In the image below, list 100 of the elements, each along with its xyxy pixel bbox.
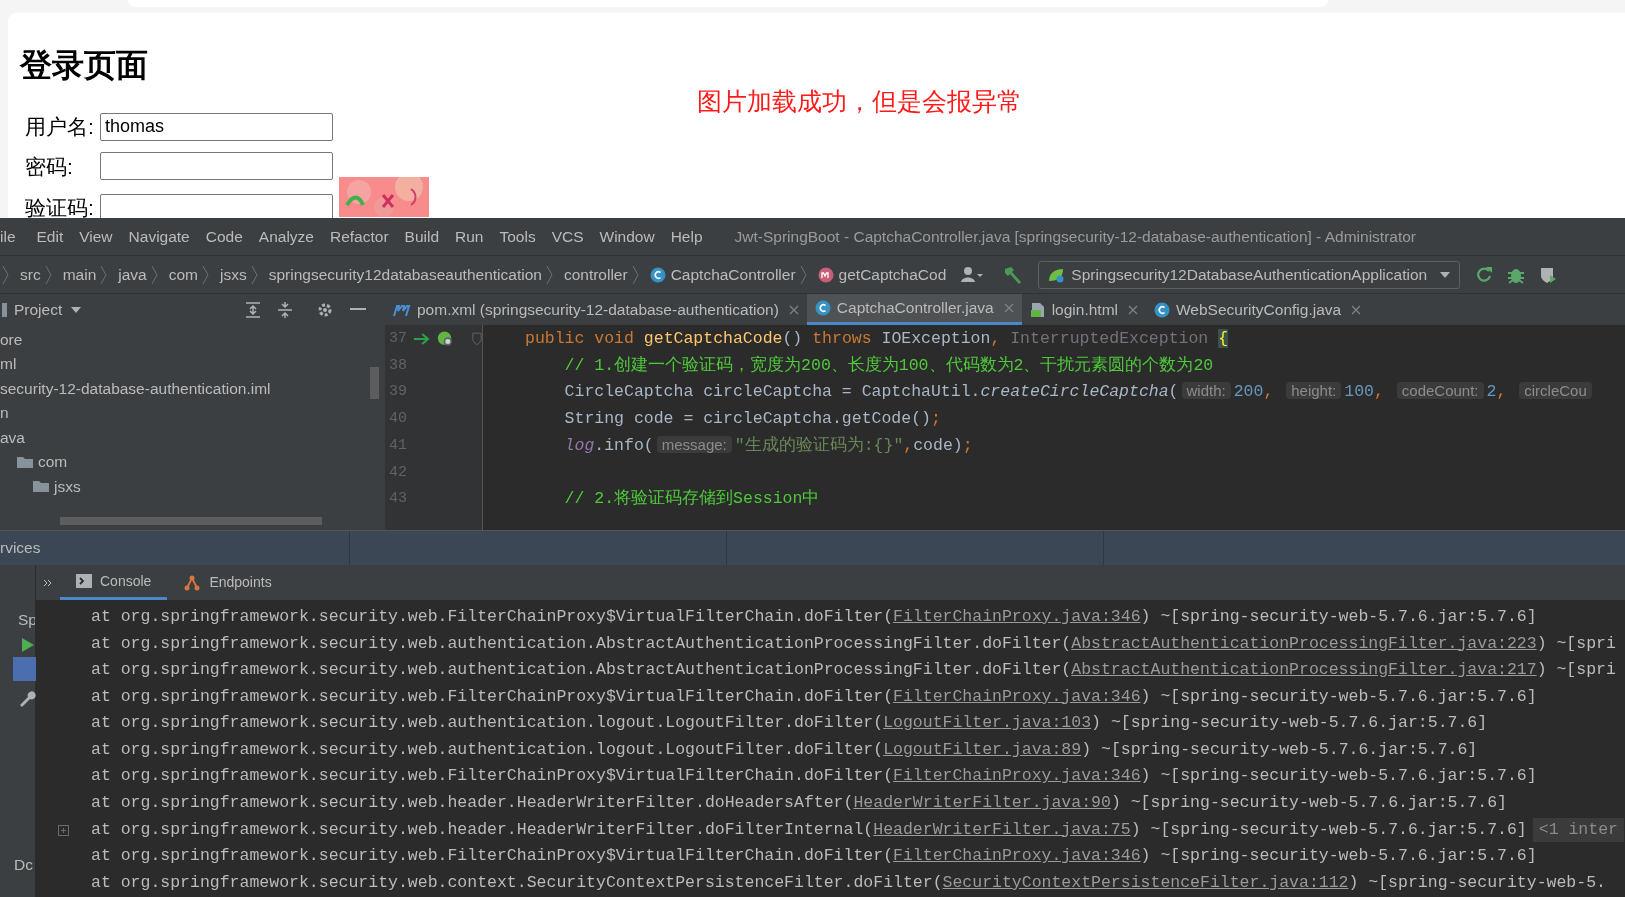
caret-icon[interactable] (70, 305, 83, 314)
wrench-icon[interactable] (18, 689, 36, 708)
menu-item[interactable]: Navigate (128, 224, 190, 249)
menu-item[interactable]: Code (205, 224, 243, 249)
chevron-icon (799, 264, 807, 285)
panel-title[interactable]: Project (14, 297, 63, 322)
source-link[interactable]: FilterChainProxy.java:346 (893, 606, 1141, 626)
chevron-icon (202, 264, 209, 285)
chevron-icon (545, 264, 553, 285)
close-icon[interactable] (1003, 303, 1014, 313)
expand-icon[interactable] (58, 824, 69, 836)
chevron-icon (150, 264, 158, 285)
breadcrumb-item[interactable]: CaptchaController (670, 262, 796, 287)
code-line: public void getCaptchaCode() throws IOException, InterruptedException { (525, 327, 1229, 350)
tree-item[interactable]: com (38, 450, 68, 474)
folded-lines[interactable]: <1 inter (1532, 817, 1624, 843)
chevron-icon (100, 264, 108, 285)
collapse-all-icon[interactable] (276, 300, 295, 319)
menu-item[interactable]: Edit (36, 224, 64, 249)
endpoints-icon (183, 573, 202, 592)
folder-icon (32, 479, 50, 494)
source-link[interactable]: FilterChainProxy.java:346 (893, 846, 1141, 866)
stack-trace-line: at org.springframework.security.web.FilterChainProxy$VirtualFilterChain.doFilter(FilterChainProxy.java:346) ~[spring-security-web-5.7.6.jar:5.7.6] (91, 685, 1537, 708)
menu-item[interactable]: Analyze (258, 224, 314, 249)
source-link[interactable]: FilterChainProxy.java:346 (893, 686, 1141, 706)
menu-item[interactable]: Help (670, 224, 703, 249)
menu-item[interactable]: Run (455, 224, 484, 249)
leaf-icon (1047, 266, 1066, 283)
maven-icon (393, 302, 411, 317)
field-label: 用户名: (25, 114, 95, 140)
menu-item[interactable]: Tools (499, 224, 536, 249)
console-icon (76, 574, 92, 588)
field-label: 验证码: (25, 195, 95, 218)
source-link[interactable]: AbstractAuthenticationProcessingFilter.java:223 (1071, 633, 1537, 653)
breadcrumb-item[interactable]: java (118, 262, 147, 287)
source-link[interactable]: AbstractAuthenticationProcessingFilter.java:217 (1071, 660, 1537, 680)
tree-item[interactable]: ore (0, 327, 23, 351)
tree-item[interactable]: n (0, 401, 9, 425)
caret-icon (1439, 270, 1452, 279)
rerun-icon[interactable] (1474, 264, 1495, 285)
menu-item[interactable]: Build (404, 224, 440, 249)
stack-trace-line: at org.springframework.security.web.header.HeaderWriterFilter.doFilterInternal(HeaderWriterFilter.java:75) ~[spring-security-web-5.7.6.jar:5.7.6] (91, 818, 1527, 841)
editor-tab[interactable]: pom.xml (springsecurity-12-database-authentication) (385, 294, 807, 325)
stack-trace-line: at org.springframework.security.web.FilterChainProxy$VirtualFilterChain.doFilter(FilterChainProxy.java:346) ~[spring-security-web-5.7.6.jar:5.7.6] (91, 765, 1537, 788)
chevron-icon (2, 264, 9, 285)
input-field[interactable]: thomas (100, 112, 333, 141)
source-link[interactable]: HeaderWriterFilter.java:90 (853, 793, 1111, 813)
close-icon[interactable] (788, 304, 799, 315)
scrollbar[interactable] (60, 517, 322, 525)
scrollbar[interactable] (370, 367, 379, 399)
menu-item[interactable]: ile (0, 224, 16, 249)
tree-item[interactable]: ml (0, 352, 17, 376)
menu-item[interactable]: Refactor (329, 224, 389, 249)
window-title: Jwt-SpringBoot - CaptchaController.java [springsecurity-12-database-authentication] - Administrator (734, 226, 1417, 247)
source-link[interactable]: FilterChainProxy.java:346 (893, 766, 1141, 786)
service-item[interactable]: Dc (0, 853, 35, 877)
code-line: // 2.将验证码存储到Session中 (564, 488, 820, 511)
breadcrumb-item[interactable]: springsecurity12databaseauthentication (268, 262, 542, 287)
breadcrumb-item[interactable]: src (20, 262, 41, 287)
menu-item[interactable]: View (79, 224, 113, 249)
run-configuration-selector[interactable]: Springsecurity12DatabaseAuthenticationApplication (1038, 260, 1461, 289)
breadcrumb-item[interactable]: controller (563, 262, 628, 287)
code-line: // 1.创建一个验证码，宽度为200、长度为100、代码数为2、干扰元素圆的个数为20 (564, 354, 1214, 377)
source-link[interactable]: LogoutFilter.java:103 (883, 713, 1092, 733)
class-icon (649, 266, 666, 283)
source-link[interactable]: SecurityContextPersistenceFilter.java:112 (942, 872, 1349, 892)
stack-trace-line: at org.springframework.security.web.authentication.AbstractAuthenticationProcessingFilter.doFilter(AbstractAuthenticationProcessingFilter.java:223) ~[spri (91, 632, 1616, 655)
breadcrumb-item[interactable]: jsxs (220, 262, 247, 287)
method-icon (817, 266, 834, 283)
class-icon (814, 300, 831, 316)
folder-icon (16, 454, 34, 469)
selected-item[interactable] (13, 657, 36, 682)
code-line: CircleCaptcha circleCaptcha = CaptchaUtil.createCircleCaptcha( width: 200, height: 100, codeCount: 2, circleCou (564, 380, 1595, 406)
stack-trace-line: at org.springframework.security.web.header.HeaderWriterFilter.doHeadersAfter(HeaderWriterFilter.java:90) ~[spring-security-web-5.7.6.jar:5.7.6] (91, 792, 1507, 815)
chevron-icon (250, 264, 258, 285)
breadcrumb-item[interactable]: com (168, 262, 198, 287)
tree-item[interactable]: ava (0, 425, 25, 449)
breadcrumb-item[interactable]: main (62, 262, 97, 287)
user-icon[interactable] (960, 265, 985, 284)
source-link[interactable]: HeaderWriterFilter.java:75 (873, 819, 1131, 839)
breadcrumb-item[interactable]: getCaptchaCod (838, 262, 947, 287)
menu-item[interactable]: Window (599, 224, 655, 249)
source-link[interactable]: LogoutFilter.java:89 (883, 739, 1082, 759)
stack-trace-line: at org.springframework.security.web.authentication.logout.LogoutFilter.doFilter(LogoutFilter.java:103) ~[spring-security-web-5.7.6.jar:5.7.6] (91, 712, 1488, 735)
menu-item[interactable]: VCS (551, 224, 584, 249)
stack-trace-line: at org.springframework.security.web.FilterChainProxy$VirtualFilterChain.doFilter(FilterChainProxy.java:346) ~[spring-security-web-5.7.6.jar:5.7.6] (91, 605, 1537, 628)
close-icon[interactable] (1128, 304, 1138, 315)
input-field[interactable] (100, 152, 333, 181)
editor-tab[interactable]: login.html (1021, 294, 1146, 325)
tool-tab[interactable]: Endpoints (167, 565, 288, 600)
editor-tab[interactable]: WebSecurityConfig.java (1146, 294, 1370, 325)
html-file-icon (1029, 301, 1046, 318)
more-icon[interactable] (43, 578, 53, 587)
chevron-icon (631, 264, 639, 285)
field-label: 密码: (25, 153, 74, 180)
close-icon[interactable] (1351, 304, 1362, 315)
expand-all-icon[interactable] (244, 300, 263, 319)
tree-item[interactable]: jsxs (54, 474, 81, 498)
tree-item[interactable]: security-12-database-authentication.iml (0, 376, 271, 400)
editor-tab[interactable]: CaptchaController.java (806, 294, 1022, 325)
